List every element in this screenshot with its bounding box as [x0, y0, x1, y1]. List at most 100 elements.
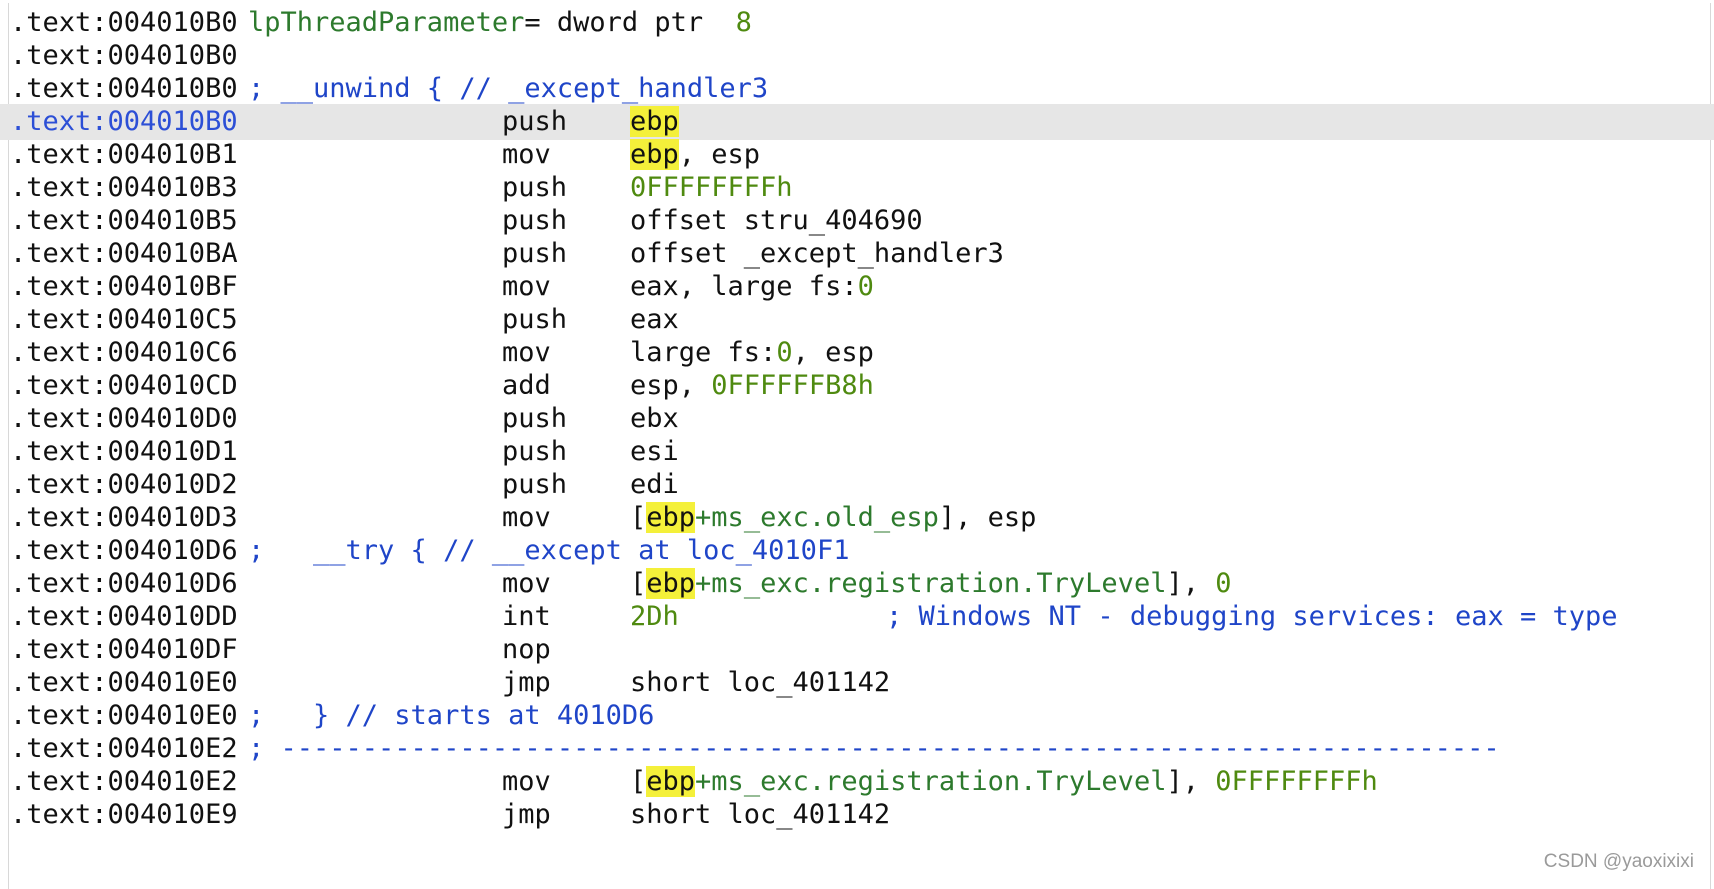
mnemonic[interactable]: nop	[502, 632, 551, 668]
mnemonic[interactable]: int	[502, 599, 551, 635]
address[interactable]: .text:004010DD	[10, 599, 238, 635]
listing-row[interactable]: .text:004010E2 mov [ebp+ms_exc.registratio…	[0, 764, 1714, 800]
operand-text[interactable]: large fs:	[630, 337, 776, 368]
address[interactable]: .text:004010B5	[10, 203, 238, 239]
listing-row[interactable]: .text:004010B5 push offset stru_404690	[0, 203, 1714, 239]
listing-row[interactable]: .text:004010DF nop	[0, 632, 1714, 668]
highlighted-register[interactable]: ebp	[646, 568, 696, 599]
operands[interactable]: short loc_401142	[630, 665, 890, 701]
operand-symbol[interactable]: +ms_exc.registration.TryLevel	[695, 568, 1166, 599]
listing-row[interactable]: .text:004010D6 ; __try { // __except at l…	[0, 533, 1714, 569]
address[interactable]: .text:004010B0	[10, 5, 238, 41]
mnemonic[interactable]: mov	[502, 137, 551, 173]
operands[interactable]: short loc_401142	[630, 797, 890, 833]
address[interactable]: .text:004010E9	[10, 797, 238, 833]
operands[interactable]: ebp, esp	[630, 137, 760, 173]
address[interactable]: .text:004010DF	[10, 632, 238, 668]
operands[interactable]: esp, 0FFFFFFB8h	[630, 368, 874, 404]
operand-text[interactable]: esi	[630, 436, 679, 467]
operand-text[interactable]: esp,	[630, 370, 711, 401]
listing-row[interactable]: .text:004010E0 ; } // starts at 4010D6	[0, 698, 1714, 734]
mnemonic[interactable]: push	[502, 236, 567, 272]
highlighted-register[interactable]: ebp	[630, 139, 679, 170]
listing-row[interactable]: .text:004010B0 push ebp	[0, 104, 1714, 140]
operands[interactable]: [ebp+ms_exc.registration.TryLevel], 0FFF…	[630, 764, 1378, 800]
mnemonic[interactable]: mov	[502, 269, 551, 305]
mnemonic[interactable]: jmp	[502, 797, 551, 833]
listing-row[interactable]: .text:004010B0 lpThreadParameter= dword p…	[0, 5, 1714, 41]
mnemonic[interactable]: push	[502, 302, 567, 338]
operand-text[interactable]: eax, large fs:	[630, 271, 858, 302]
operands[interactable]: offset stru_404690	[630, 203, 923, 239]
mnemonic[interactable]: push	[502, 434, 567, 470]
mnemonic[interactable]: mov	[502, 764, 551, 800]
operands[interactable]: [ebp+ms_exc.old_esp], esp	[630, 500, 1036, 536]
operand-symbol[interactable]: +ms_exc.registration.TryLevel	[695, 766, 1166, 797]
operands[interactable]: [ebp+ms_exc.registration.TryLevel], 0	[630, 566, 1232, 602]
address[interactable]: .text:004010B0	[10, 71, 238, 107]
mnemonic[interactable]: mov	[502, 500, 551, 536]
operand-symbol[interactable]: +ms_exc.old_esp	[695, 502, 939, 533]
disassembly-listing[interactable]: .text:004010B0 lpThreadParameter= dword p…	[0, 0, 1714, 889]
listing-row[interactable]: .text:004010D2 push edi	[0, 467, 1714, 503]
listing-row[interactable]: .text:004010E9 jmp short loc_401142	[0, 797, 1714, 833]
listing-row[interactable]: .text:004010E0 jmp short loc_401142	[0, 665, 1714, 701]
mnemonic[interactable]: add	[502, 368, 551, 404]
highlighted-register[interactable]: ebp	[646, 766, 696, 797]
listing-row[interactable]: .text:004010BA push offset _except_handler…	[0, 236, 1714, 272]
operand-text[interactable]: edi	[630, 469, 679, 500]
highlighted-register[interactable]: ebp	[630, 106, 679, 137]
listing-row[interactable]: .text:004010C5 push eax	[0, 302, 1714, 338]
listing-row[interactable]: .text:004010D3 mov [ebp+ms_exc.old_esp], e…	[0, 500, 1714, 536]
operands[interactable]: large fs:0, esp	[630, 335, 874, 371]
stack-var-name[interactable]: lpThreadParameter	[248, 7, 524, 38]
operands[interactable]: offset _except_handler3	[630, 236, 1004, 272]
address[interactable]: .text:004010E0	[10, 665, 238, 701]
mnemonic[interactable]: push	[502, 467, 567, 503]
mnemonic[interactable]: mov	[502, 566, 551, 602]
mnemonic[interactable]: push	[502, 401, 567, 437]
mnemonic[interactable]: jmp	[502, 665, 551, 701]
operands[interactable]: esi	[630, 434, 679, 470]
address[interactable]: .text:004010B0	[10, 104, 238, 140]
operands[interactable]: eax	[630, 302, 679, 338]
address[interactable]: .text:004010D6	[10, 566, 238, 602]
listing-row[interactable]: .text:004010BF mov eax, large fs:0	[0, 269, 1714, 305]
address[interactable]: .text:004010D6	[10, 533, 238, 569]
listing-row[interactable]: .text:004010D1 push esi	[0, 434, 1714, 470]
address[interactable]: .text:004010E0	[10, 698, 238, 734]
address[interactable]: .text:004010B0	[10, 38, 238, 74]
operand-text[interactable]: offset stru_404690	[630, 205, 923, 236]
address[interactable]: .text:004010D1	[10, 434, 238, 470]
address[interactable]: .text:004010CD	[10, 368, 238, 404]
address[interactable]: .text:004010B3	[10, 170, 238, 206]
operands[interactable]: edi	[630, 467, 679, 503]
address[interactable]: .text:004010C6	[10, 335, 238, 371]
address[interactable]: .text:004010C5	[10, 302, 238, 338]
mnemonic[interactable]: push	[502, 170, 567, 206]
highlighted-register[interactable]: ebp	[646, 502, 696, 533]
address[interactable]: .text:004010D2	[10, 467, 238, 503]
operands[interactable]: 2Dh	[630, 599, 679, 635]
operand-text[interactable]: short loc_401142	[630, 667, 890, 698]
listing-row[interactable]: .text:004010B3 push 0FFFFFFFFh	[0, 170, 1714, 206]
mnemonic[interactable]: push	[502, 104, 567, 140]
operand-text[interactable]: offset _except_handler3	[630, 238, 1004, 269]
listing-row[interactable]: .text:004010CD add esp, 0FFFFFFB8h	[0, 368, 1714, 404]
listing-row[interactable]: .text:004010B0 ; __unwind { // _except_ha…	[0, 71, 1714, 107]
listing-row[interactable]: .text:004010B1 mov ebp, esp	[0, 137, 1714, 173]
mnemonic[interactable]: push	[502, 203, 567, 239]
listing-row[interactable]: .text:004010B0	[0, 38, 1714, 74]
operand-text[interactable]: ebx	[630, 403, 679, 434]
operand-text[interactable]: short loc_401142	[630, 799, 890, 830]
listing-row[interactable]: .text:004010C6 mov large fs:0, esp	[0, 335, 1714, 371]
address[interactable]: .text:004010BF	[10, 269, 238, 305]
listing-row[interactable]: .text:004010D0 push ebx	[0, 401, 1714, 437]
operand-text[interactable]: eax	[630, 304, 679, 335]
mnemonic[interactable]: mov	[502, 335, 551, 371]
operands[interactable]: ebp	[630, 104, 679, 140]
address[interactable]: .text:004010D0	[10, 401, 238, 437]
address[interactable]: .text:004010BA	[10, 236, 238, 272]
address[interactable]: .text:004010E2	[10, 764, 238, 800]
listing-row[interactable]: .text:004010D6 mov [ebp+ms_exc.registratio…	[0, 566, 1714, 602]
